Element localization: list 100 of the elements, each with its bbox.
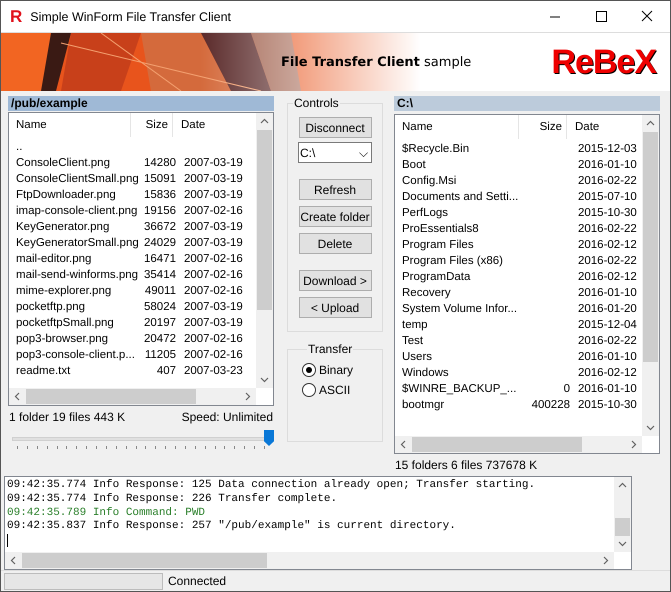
horizontal-scrollbar[interactable] — [395, 436, 642, 453]
scroll-thumb[interactable] — [643, 132, 658, 362]
file-name[interactable]: ConsoleClient.png — [9, 157, 138, 169]
file-name[interactable]: KeyGeneratorSmall.png — [9, 237, 138, 249]
file-size: 16471 — [143, 253, 176, 265]
file-name[interactable]: imap-console-client.png — [9, 205, 138, 217]
file-date: 2007-02-16 — [183, 333, 243, 345]
scroll-thumb[interactable] — [257, 130, 272, 310]
scroll-down-icon[interactable] — [618, 539, 627, 548]
file-name[interactable]: Users — [395, 351, 526, 363]
file-name[interactable]: Recovery — [395, 287, 526, 299]
column-header[interactable]: Name — [395, 115, 519, 139]
column-header[interactable]: Size — [519, 115, 567, 139]
drive-dropdown[interactable]: C:\ ⌵ — [298, 142, 372, 163]
file-name[interactable]: pop3-browser.png — [9, 333, 138, 345]
file-date: 2015-10-30 — [577, 207, 637, 219]
transfer-mode-radio[interactable]: ASCII — [302, 380, 350, 400]
disconnect-button[interactable]: Disconnect — [298, 117, 372, 138]
file-name[interactable]: temp — [395, 319, 526, 331]
file-name[interactable]: Program Files (x86) — [395, 255, 526, 267]
file-name[interactable]: Test — [395, 335, 526, 347]
file-name[interactable]: System Volume Infor... — [395, 303, 526, 315]
scroll-up-icon[interactable] — [618, 481, 627, 490]
file-name[interactable]: PerfLogs — [395, 207, 526, 219]
column-header[interactable]: Date — [173, 113, 210, 137]
file-name[interactable]: ProEssentials8 — [395, 223, 526, 235]
file-name[interactable]: mime-explorer.png — [9, 285, 138, 297]
scroll-up-icon[interactable] — [646, 119, 655, 128]
scroll-left-icon[interactable] — [13, 392, 22, 401]
file-name[interactable]: Program Files — [395, 239, 526, 251]
column-header[interactable]: Size — [131, 113, 173, 137]
scroll-left-icon[interactable] — [399, 440, 408, 449]
column-header[interactable]: Name — [9, 113, 131, 137]
file-date: 2007-02-16 — [183, 349, 243, 361]
file-name[interactable]: mail-editor.png — [9, 253, 138, 265]
scroll-thumb[interactable] — [412, 437, 582, 452]
scroll-up-icon[interactable] — [260, 117, 269, 126]
file-date: 2016-01-10 — [577, 159, 637, 171]
speed-label: Speed: Unlimited — [182, 410, 273, 424]
file-name[interactable]: mail-send-winforms.png — [9, 269, 138, 281]
file-date: 2016-02-22 — [577, 335, 637, 347]
file-name[interactable]: pocketftpSmall.png — [9, 317, 138, 329]
file-size: 14280 — [143, 157, 176, 169]
file-date: 2015-12-03 — [577, 143, 637, 155]
file-name[interactable]: Boot — [395, 159, 526, 171]
scroll-down-icon[interactable] — [260, 375, 269, 384]
file-name[interactable]: ConsoleClientSmall.png — [9, 173, 138, 185]
scroll-thumb[interactable] — [22, 553, 267, 568]
file-size: 24029 — [143, 237, 176, 249]
transfer-button[interactable]: < Upload — [298, 297, 372, 318]
action-button[interactable]: Delete — [298, 233, 372, 254]
file-date: 2016-02-22 — [577, 223, 637, 235]
transfer-button[interactable]: Download > — [298, 270, 372, 291]
group-title: Controls — [293, 96, 340, 110]
action-button[interactable]: Refresh — [298, 179, 372, 200]
file-size: 20197 — [143, 317, 176, 329]
file-name[interactable]: $Recycle.Bin — [395, 143, 526, 155]
file-name[interactable]: KeyGenerator.png — [9, 221, 138, 233]
file-date: 2007-03-19 — [183, 157, 243, 169]
file-date: 2016-02-12 — [577, 367, 637, 379]
vertical-scrollbar[interactable] — [614, 477, 631, 552]
file-name[interactable]: Windows — [395, 367, 526, 379]
vertical-scrollbar[interactable] — [642, 115, 659, 436]
scroll-right-icon[interactable] — [629, 440, 638, 449]
file-date: 2016-01-10 — [577, 351, 637, 363]
vertical-scrollbar[interactable] — [256, 113, 273, 388]
scroll-right-icon[interactable] — [243, 392, 252, 401]
horizontal-scrollbar[interactable] — [5, 552, 614, 569]
file-date: 2016-01-10 — [577, 287, 637, 299]
file-name[interactable]: bootmgr — [395, 399, 526, 411]
file-name[interactable]: $WINRE_BACKUP_... — [395, 383, 526, 395]
scroll-left-icon[interactable] — [9, 556, 18, 565]
file-date: 2016-02-22 — [577, 175, 637, 187]
action-button[interactable]: Create folder — [298, 206, 372, 227]
column-header[interactable]: Date — [567, 115, 604, 139]
file-name[interactable]: Documents and Setti... — [395, 191, 526, 203]
remote-path: /pub/example — [8, 96, 274, 111]
transfer-mode-radio[interactable]: Binary — [302, 360, 354, 380]
file-name[interactable]: pop3-console-client.p... — [9, 349, 138, 361]
file-size: 49011 — [144, 285, 176, 297]
file-name[interactable]: .. — [9, 141, 138, 153]
scroll-thumb[interactable] — [26, 389, 196, 404]
scroll-right-icon[interactable] — [601, 556, 610, 565]
file-name[interactable]: pocketftp.png — [9, 301, 138, 313]
scroll-thumb[interactable] — [615, 518, 630, 536]
log-line: 09:42:35.774 Info Response: 125 Data connection already open; Transfer starting. — [7, 479, 536, 493]
file-name[interactable]: Config.Msi — [395, 175, 526, 187]
file-name[interactable]: readme.txt — [9, 365, 138, 377]
log-line: 09:42:35.774 Info Response: 226 Transfer complete. — [7, 492, 338, 507]
file-name[interactable]: FtpDownloader.png — [9, 189, 138, 201]
file-size: 0 — [562, 383, 570, 395]
file-date: 2016-02-12 — [577, 239, 637, 251]
log-line: 09:42:35.789 Info Command: PWD — [7, 506, 206, 520]
scroll-down-icon[interactable] — [646, 423, 655, 432]
horizontal-scrollbar[interactable] — [9, 388, 256, 405]
file-name[interactable]: ProgramData — [395, 271, 526, 283]
file-date: 2007-03-19 — [183, 173, 243, 185]
file-date: 2007-03-19 — [183, 317, 243, 329]
local-summary: 15 folders 6 files 737678 K — [395, 458, 538, 472]
file-size: 19156 — [143, 205, 176, 217]
